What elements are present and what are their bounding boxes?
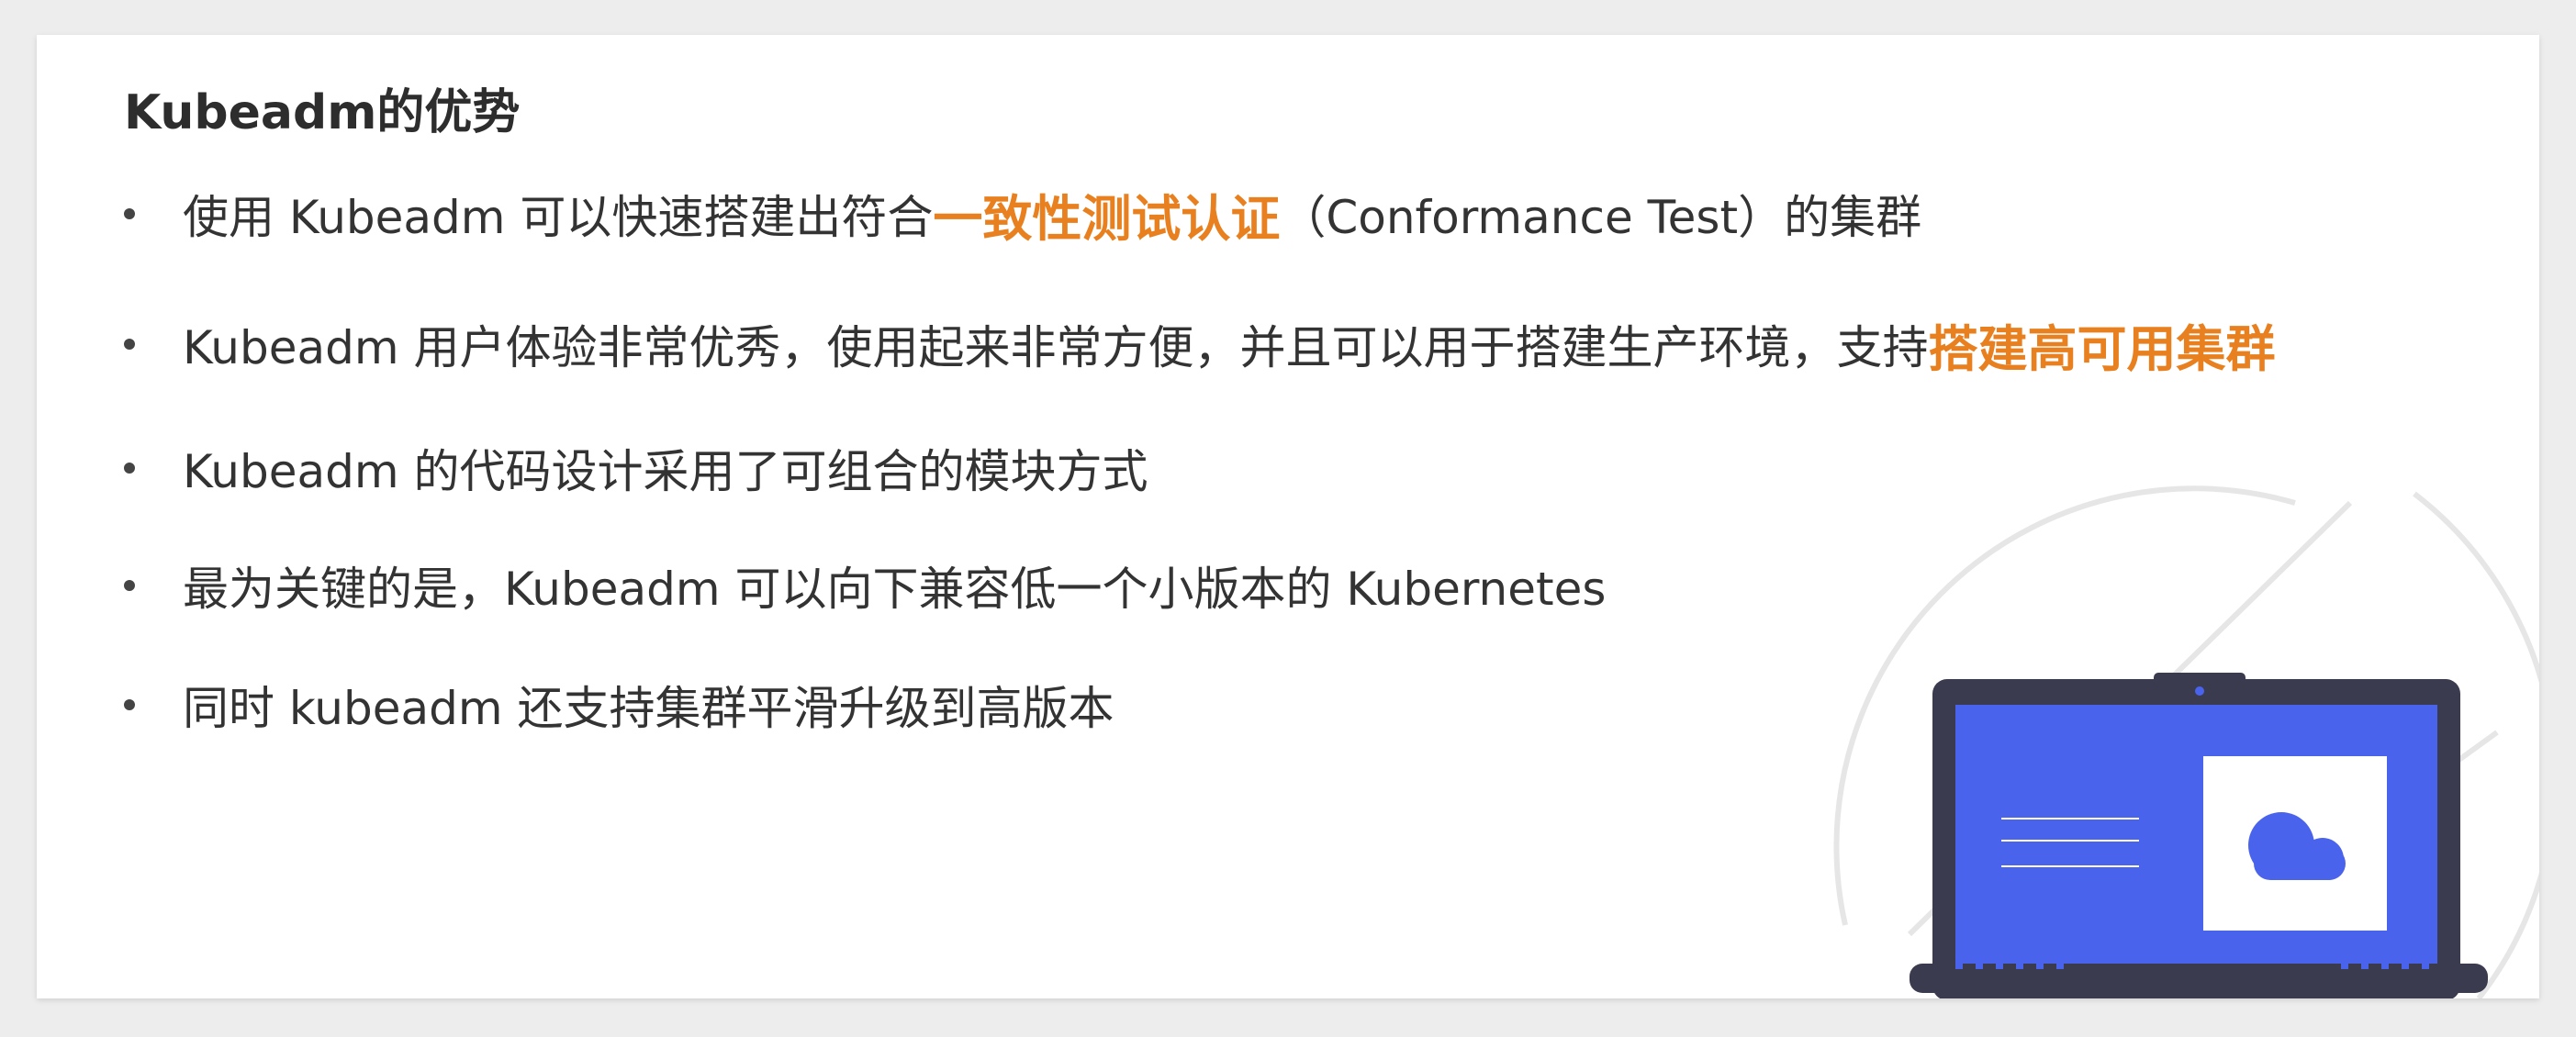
bullet-text: Kubeadm 用户体验非常优秀，使用起来非常方便，并且可以用于搭建生产环境，支… (183, 321, 1929, 374)
bullet-text: Kubeadm 的代码设计采用了可组合的模块方式 (183, 445, 1148, 498)
slide: Kubeadm的优势 使用 Kubeadm 可以快速搭建出符合 一致性测试认证 （C… (37, 35, 2539, 998)
bullet-text: （Conformance Test）的集群 (1280, 191, 1922, 244)
highlight-text: 搭建高可用集群 (1928, 319, 2276, 378)
bullet-item: Kubeadm 的代码设计采用了可组合的模块方式 (124, 431, 1148, 505)
bullet-dot (124, 699, 135, 710)
bullet-dot (124, 580, 135, 591)
bullet-item: 最为关键的是，Kubeadm 可以向下兼容低一个小版本的 Kubernetes (124, 549, 1606, 622)
bullet-item: Kubeadm 用户体验非常优秀，使用起来非常方便，并且可以用于搭建生产环境，支… (124, 307, 2275, 381)
bullet-text: 最为关键的是，Kubeadm 可以向下兼容低一个小版本的 Kubernetes (183, 563, 1607, 616)
slide-title: Kubeadm的优势 (124, 85, 521, 140)
bullet-dot (124, 208, 135, 219)
laptop-illustration (1833, 485, 2539, 998)
bullet-dot (124, 339, 135, 350)
bullet-item: 同时 kubeadm 还支持集群平滑升级到高版本 (124, 668, 1114, 742)
highlight-text: 一致性测试认证 (933, 189, 1281, 248)
bullet-item: 使用 Kubeadm 可以快速搭建出符合 一致性测试认证 （Conformance … (124, 177, 1921, 251)
bullet-dot (124, 463, 135, 474)
laptop-icon (1910, 673, 2488, 998)
bullet-text: 使用 Kubeadm 可以快速搭建出符合 (183, 191, 934, 244)
bullet-text: 同时 kubeadm 还支持集群平滑升级到高版本 (183, 682, 1114, 735)
